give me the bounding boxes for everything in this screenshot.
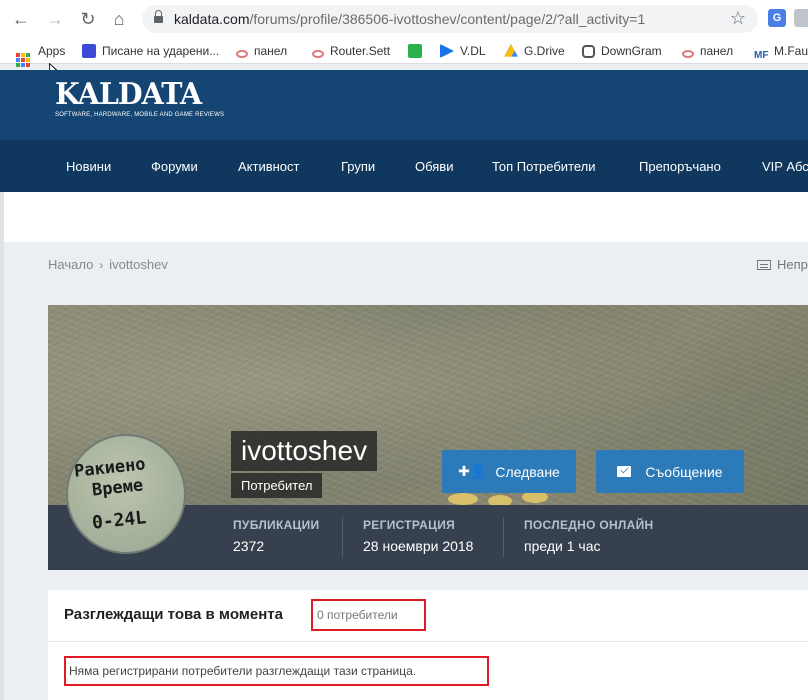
home-icon[interactable]: ⌂ — [108, 8, 130, 30]
drive-icon — [504, 44, 518, 57]
avatar[interactable]: Ракиено Време 0-24L — [66, 434, 186, 554]
nav-item-news[interactable]: Новини — [66, 159, 111, 174]
message-button[interactable]: Съобщение — [596, 450, 744, 493]
viewers-title: Разглеждащи това в момента — [64, 606, 283, 623]
profile-role: Потребител — [241, 478, 313, 493]
site-logo[interactable]: KALDATA SOFTWARE, HARDWARE, MOBILE AND G… — [55, 80, 224, 119]
breadcrumb-current: ivottoshev — [109, 257, 168, 272]
nav-item-forums[interactable]: Форуми — [151, 159, 198, 174]
browser-toolbar: ← → ↻ ⌂ kaldata.com/forums/profile/38650… — [0, 0, 808, 38]
page-edge — [0, 192, 4, 700]
back-arrow-icon[interactable]: ← — [10, 8, 32, 30]
role-box: Потребител — [231, 473, 323, 498]
nav-item-top-users[interactable]: Топ Потребители — [492, 159, 596, 174]
unread-content-link[interactable]: Непр — [757, 257, 808, 272]
reload-icon[interactable]: ↻ — [77, 8, 99, 30]
feedly-icon — [408, 44, 422, 58]
viewers-count: 0 потребители — [311, 599, 426, 631]
stat-divider — [342, 517, 343, 557]
lock-icon — [154, 10, 163, 24]
apps-grid-icon — [16, 53, 30, 67]
breadcrumb: Начало › ivottoshev — [48, 257, 168, 272]
bookmark-vdl[interactable]: V.DL — [440, 43, 486, 59]
nav-item-activity[interactable]: Активност — [238, 159, 300, 174]
extension-icon[interactable] — [794, 9, 808, 27]
mf-icon: MF — [754, 50, 769, 61]
bookmark-panel[interactable]: панел — [236, 43, 287, 59]
stat-divider — [503, 517, 504, 557]
cover-detail — [448, 493, 478, 505]
nav-item-ads[interactable]: Обяви — [415, 159, 453, 174]
address-bar[interactable]: kaldata.com/forums/profile/386506-ivotto… — [142, 5, 758, 33]
bookmark-gdrive[interactable]: G.Drive — [504, 43, 565, 59]
instagram-icon — [582, 45, 595, 58]
translate-extension-icon[interactable]: G — [768, 9, 786, 27]
bookmark-star-icon[interactable]: ☆ — [730, 8, 746, 29]
add-user-icon: ✚👤 — [458, 463, 488, 479]
bookmark-panel-2[interactable]: панел — [682, 43, 733, 59]
feed-icon — [757, 260, 771, 270]
nav-item-vip[interactable]: VIP Абс — [762, 159, 808, 174]
username-box: ivottoshev — [231, 431, 378, 471]
bookmark-feedly[interactable] — [408, 43, 428, 59]
breadcrumb-home[interactable]: Начало — [48, 257, 93, 272]
stat-last-online: ПОСЛЕДНО ОНЛАЙН преди 1 час — [524, 518, 654, 554]
cover-detail — [488, 495, 512, 505]
bookmark-apps[interactable]: Apps — [16, 43, 65, 67]
bookmark-router[interactable]: Router.Sett — [312, 43, 390, 59]
no-viewers-message: Няма регистрирани потребители разглеждащ… — [64, 656, 489, 686]
nav-item-groups[interactable]: Групи — [341, 159, 375, 174]
envelope-icon — [617, 466, 632, 477]
nav-item-recommended[interactable]: Препоръчано — [639, 159, 721, 174]
ad-band — [0, 192, 808, 242]
swoosh-icon — [312, 50, 324, 58]
follow-button[interactable]: ✚👤 Следване — [442, 450, 576, 493]
url-text: kaldata.com/forums/profile/386506-ivotto… — [174, 11, 646, 27]
swoosh-icon — [236, 50, 248, 58]
play-icon — [440, 44, 454, 58]
main-navigation: Новини Форуми Активност Групи Обяви Топ … — [0, 140, 808, 192]
panel-divider — [48, 641, 808, 642]
forward-arrow-icon[interactable]: → — [44, 8, 66, 30]
stat-posts: ПУБЛИКАЦИИ 2372 — [233, 518, 320, 554]
chevron-right-icon: › — [99, 258, 104, 272]
bookmark-downgram[interactable]: DownGram — [582, 43, 662, 59]
bookmarks-bar: Apps Писане на ударени... панел Router.S… — [0, 38, 808, 67]
bookmark-pisane[interactable]: Писане на ударени... — [82, 43, 219, 59]
bookmark-mfau[interactable]: MF M.Fau — [754, 43, 808, 61]
profile-username: ivottoshev — [241, 435, 368, 466]
stat-registration: РЕГИСТРАЦИЯ 28 ноември 2018 — [363, 518, 474, 554]
swoosh-icon — [682, 50, 694, 58]
page-icon — [82, 44, 96, 58]
